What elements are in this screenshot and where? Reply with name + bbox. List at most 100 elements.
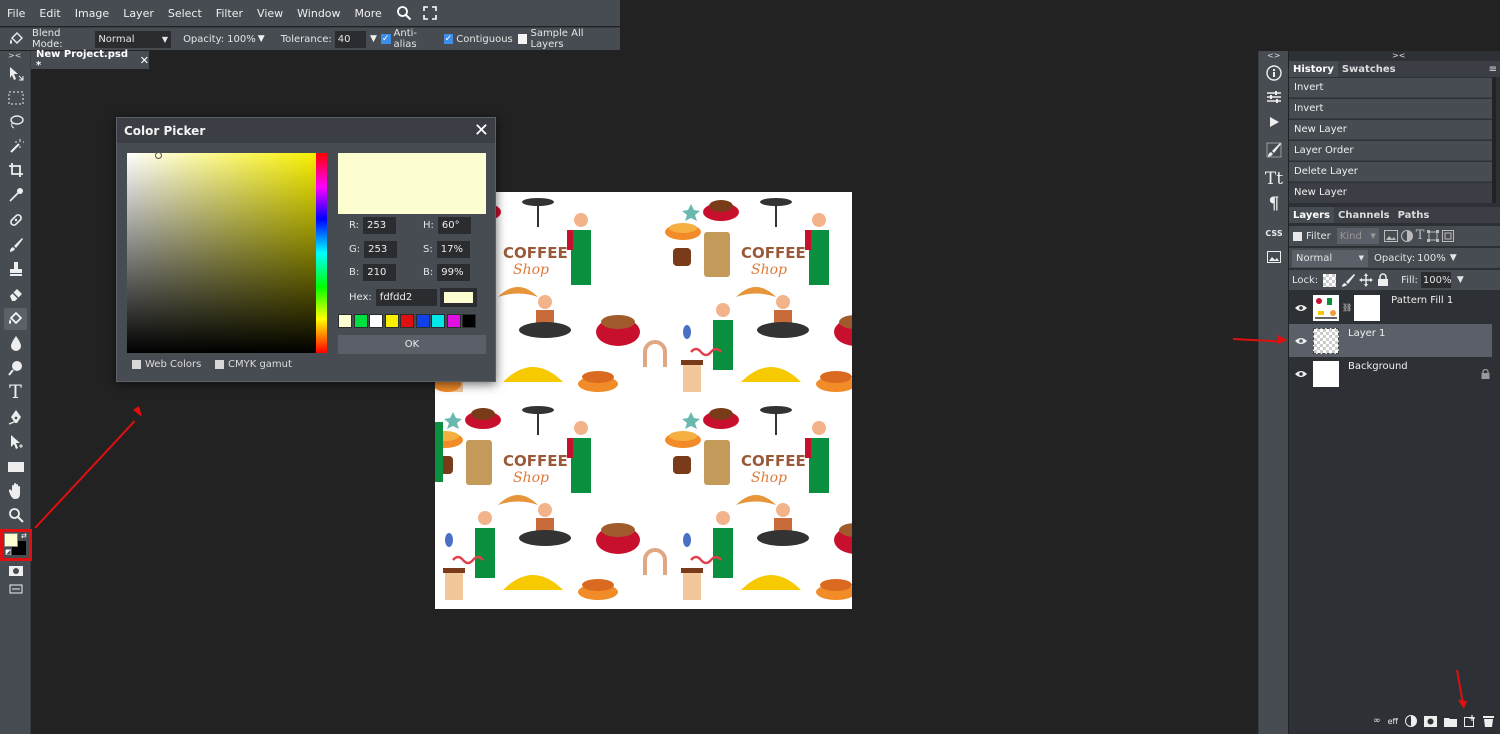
image-icon[interactable] xyxy=(1262,246,1286,268)
layer-mask-icon[interactable] xyxy=(1424,715,1437,727)
tab-history[interactable]: History xyxy=(1289,61,1338,77)
cmyk-gamut-checkbox[interactable]: CMYK gamut xyxy=(215,359,292,370)
eyedropper-tool-icon[interactable] xyxy=(4,184,27,206)
magic-wand-tool-icon[interactable] xyxy=(4,135,27,157)
color-cursor[interactable] xyxy=(155,152,162,159)
h-input[interactable]: 60° xyxy=(437,217,471,234)
menu-window[interactable]: Window xyxy=(290,7,347,20)
web-colors-checkbox[interactable]: Web Colors xyxy=(132,359,201,370)
tolerance-dropdown-icon[interactable]: ▼ xyxy=(370,34,377,44)
contiguous-checkbox[interactable]: ✓ xyxy=(443,34,454,44)
swatch-4[interactable] xyxy=(400,314,414,328)
history-item[interactable]: New Layer xyxy=(1289,183,1492,203)
g-input[interactable]: 253 xyxy=(364,241,398,258)
default-colors-icon[interactable]: ◩ xyxy=(5,548,12,556)
character-icon[interactable]: Tt xyxy=(1262,168,1286,190)
swatch-0[interactable] xyxy=(338,314,352,328)
swatch-3[interactable] xyxy=(384,314,399,328)
hex-input[interactable]: fdfdd2 xyxy=(375,289,437,306)
eye-icon[interactable] xyxy=(1289,337,1313,345)
filter-type-icon[interactable]: T xyxy=(1416,229,1425,242)
lock-transparency-icon[interactable] xyxy=(1323,273,1337,287)
menu-filter[interactable]: Filter xyxy=(209,7,250,20)
ok-button[interactable]: OK xyxy=(338,335,486,354)
sample-all-layers-checkbox[interactable] xyxy=(517,34,528,44)
hue-slider[interactable] xyxy=(316,153,327,353)
kind-select[interactable]: Kind ▼ xyxy=(1336,228,1379,244)
screen-mode-icon[interactable] xyxy=(4,578,27,600)
filter-adjustment-icon[interactable] xyxy=(1400,230,1413,242)
new-group-icon[interactable] xyxy=(1444,716,1457,727)
tab-paths[interactable]: Paths xyxy=(1394,207,1434,223)
fill-dropdown-icon[interactable]: ▼ xyxy=(1457,275,1464,285)
layer-row[interactable]: Background xyxy=(1289,357,1492,390)
menu-select[interactable]: Select xyxy=(161,7,209,20)
menu-view[interactable]: View xyxy=(250,7,290,20)
b-input[interactable]: 210 xyxy=(363,264,397,281)
collapse-panel-icon[interactable]: >< xyxy=(1392,51,1405,60)
collapse-icon[interactable]: >< xyxy=(8,51,21,60)
layer-opacity-dropdown-icon[interactable]: ▼ xyxy=(1450,253,1457,263)
foreground-color-swatch[interactable] xyxy=(4,533,18,547)
blur-tool-icon[interactable] xyxy=(4,332,27,354)
tab-layers[interactable]: Layers xyxy=(1289,207,1334,223)
swatch-1[interactable] xyxy=(353,314,368,328)
zoom-tool-icon[interactable] xyxy=(4,504,27,526)
search-icon[interactable] xyxy=(393,2,415,24)
move-tool-icon[interactable] xyxy=(4,63,27,85)
crop-tool-icon[interactable] xyxy=(4,159,27,181)
r-input[interactable]: 253 xyxy=(363,217,397,234)
eye-icon[interactable] xyxy=(1289,370,1313,378)
menu-more[interactable]: More xyxy=(348,7,389,20)
history-item[interactable]: Delete Layer xyxy=(1289,162,1492,182)
filter-shape-icon[interactable] xyxy=(1427,230,1440,242)
paragraph-icon[interactable]: ¶ xyxy=(1262,193,1286,215)
swatch-5[interactable] xyxy=(415,314,430,328)
adjustment-layer-icon[interactable] xyxy=(1405,715,1417,727)
hand-tool-icon[interactable] xyxy=(4,480,27,502)
swatch-2[interactable] xyxy=(369,314,383,328)
history-item[interactable]: Layer Order xyxy=(1289,141,1492,161)
tolerance-input[interactable]: 40 xyxy=(334,30,366,48)
history-item[interactable]: Invert xyxy=(1289,99,1492,119)
lock-position-icon[interactable] xyxy=(1359,273,1374,287)
play-icon[interactable] xyxy=(1262,111,1286,133)
panel-menu-icon[interactable]: ≡ xyxy=(1489,64,1497,75)
history-scrollbar[interactable] xyxy=(1492,77,1496,203)
css-icon[interactable]: CSS xyxy=(1262,222,1286,244)
tab-channels[interactable]: Channels xyxy=(1334,207,1394,223)
swap-colors-icon[interactable]: ⇄ xyxy=(21,532,27,540)
path-select-tool-icon[interactable] xyxy=(4,431,27,453)
history-item[interactable]: New Layer xyxy=(1289,120,1492,140)
fullscreen-icon[interactable] xyxy=(419,2,441,24)
layer-effects-icon[interactable]: eff xyxy=(1388,717,1398,726)
healing-brush-tool-icon[interactable] xyxy=(4,209,27,231)
adjust-icon[interactable] xyxy=(1262,86,1286,108)
new-layer-icon[interactable] xyxy=(1464,715,1476,727)
document-tab[interactable]: New Project.psd * ✕ xyxy=(31,49,149,71)
brightness-input[interactable]: 99% xyxy=(437,264,471,281)
pen-tool-icon[interactable] xyxy=(4,406,27,428)
antialias-checkbox[interactable]: ✓ xyxy=(380,34,391,44)
s-input[interactable]: 17% xyxy=(436,241,470,258)
layer-row[interactable]: ⛓ Pattern Fill 1 xyxy=(1289,291,1492,324)
rectangle-tool-icon[interactable] xyxy=(4,456,27,478)
info-icon[interactable] xyxy=(1262,62,1286,84)
close-tab-icon[interactable]: ✕ xyxy=(140,54,149,67)
close-icon[interactable]: ✕ xyxy=(474,120,489,141)
opacity-input[interactable]: 100% xyxy=(227,31,256,48)
layer-opacity-input[interactable]: 100% xyxy=(1417,253,1446,264)
marquee-tool-icon[interactable] xyxy=(4,87,27,109)
fill-input[interactable]: 100% xyxy=(1420,272,1452,288)
lock-all-icon[interactable] xyxy=(1377,273,1389,287)
swatch-7[interactable] xyxy=(446,314,461,328)
stamp-tool-icon[interactable] xyxy=(4,258,27,280)
layer-blend-select[interactable]: Normal ▼ xyxy=(1292,249,1368,267)
document-canvas[interactable]: COFFEE Shop COFFEE Shop COFFEE Shop COFFEE Shop xyxy=(435,192,852,609)
eye-icon[interactable] xyxy=(1289,304,1313,312)
filter-smart-object-icon[interactable] xyxy=(1442,230,1455,242)
menu-file[interactable]: File xyxy=(0,7,32,20)
paint-bucket-tool-icon[interactable] xyxy=(4,308,27,330)
lasso-tool-icon[interactable] xyxy=(4,111,27,133)
tab-swatches[interactable]: Swatches xyxy=(1338,61,1400,77)
